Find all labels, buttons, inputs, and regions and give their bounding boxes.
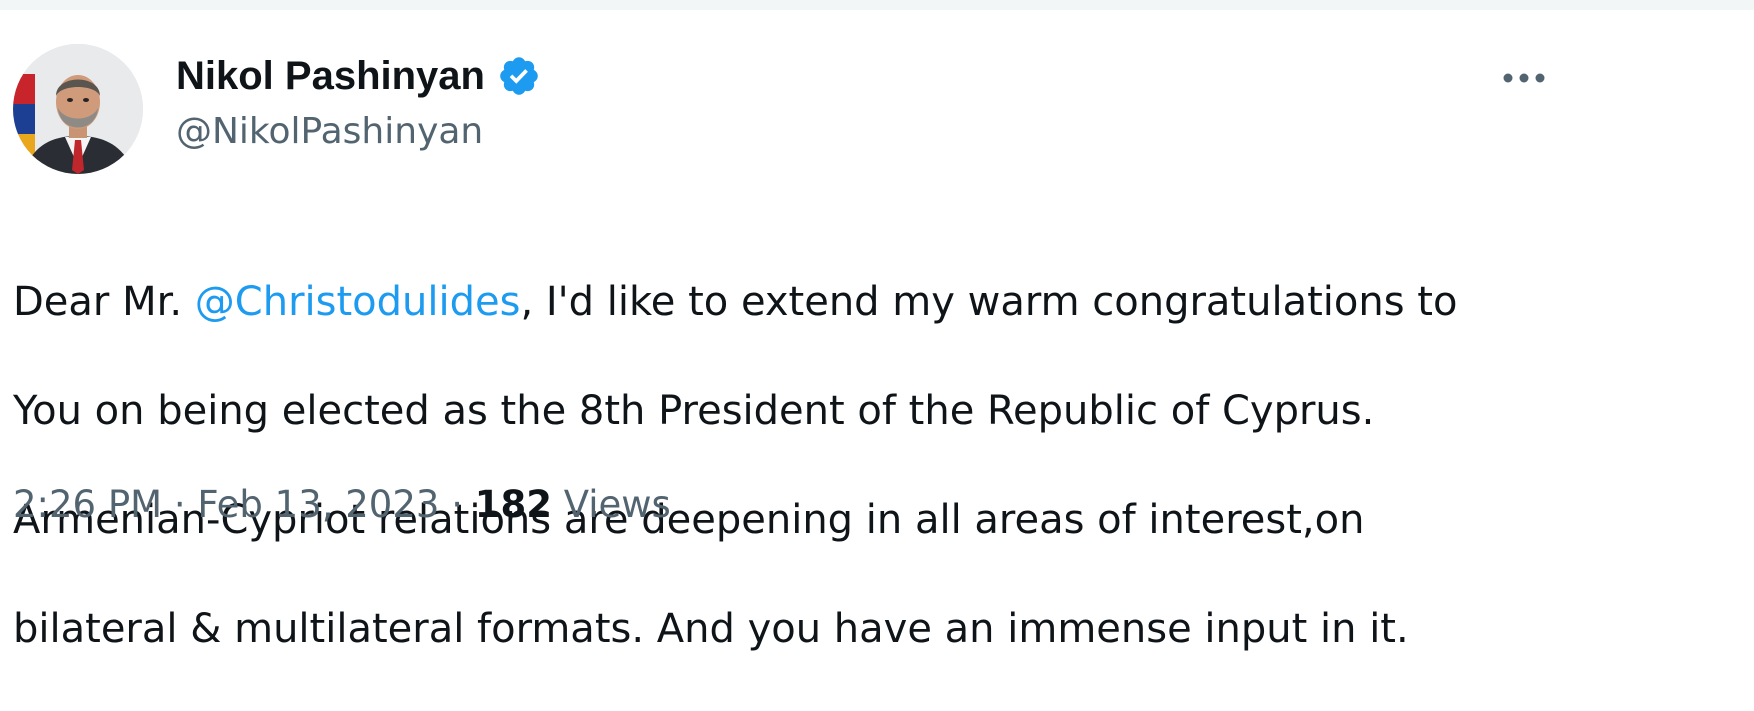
tweet-line-1-start: Dear Mr. [13,278,195,325]
author-name[interactable]: Nikol Pashinyan [176,52,541,100]
views-count: 182 [474,483,552,526]
tweet-meta: 2:26 PM · Feb 13, 2023 · 182 Views [13,480,671,530]
author-handle[interactable]: @NikolPashinyan [176,110,483,154]
avatar-image [13,44,143,174]
more-options-button[interactable] [1496,58,1552,98]
author-name-text[interactable]: Nikol Pashinyan [176,52,485,100]
tweet-line-4: bilateral & multilateral formats. And yo… [13,605,1409,652]
avatar[interactable] [13,44,143,174]
views-label: Views [551,483,671,526]
mention-link[interactable]: @Christodulides [195,279,521,325]
verified-badge-icon[interactable] [497,54,541,98]
tweet-line-1-end: , I'd like to extend my warm congratulat… [520,278,1458,325]
more-options-icon [1503,73,1545,83]
tweet-line-2: You on being elected as the 8th Presiden… [13,387,1375,434]
tweet-text: Dear Mr. @Christodulides, I'd like to ex… [13,220,1713,711]
meta-separator: · [162,483,198,526]
tweet-line-1: Dear Mr. @Christodulides, I'd like to ex… [13,275,1713,330]
top-divider [0,0,1754,10]
tweet-time[interactable]: 2:26 PM [13,483,162,526]
tweet-date[interactable]: Feb 13, 2023 [197,483,439,526]
meta-separator: · [439,483,475,526]
